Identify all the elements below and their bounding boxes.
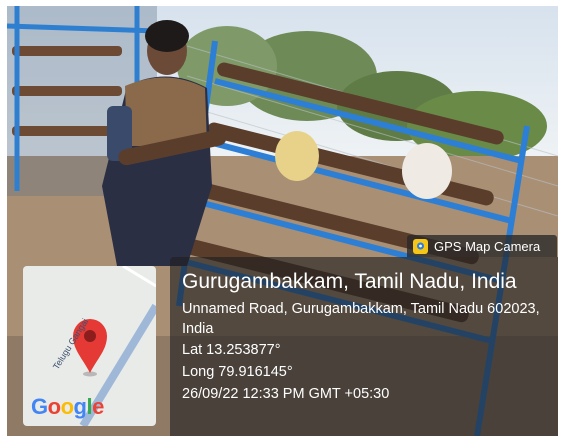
geotagged-photo-frame: Telugu Gangai Google GPS Map Camera Guru… bbox=[7, 6, 558, 436]
google-letter: o bbox=[47, 394, 61, 419]
google-letter: o bbox=[60, 394, 74, 419]
longitude-text: Long 79.916145° bbox=[182, 364, 293, 380]
google-letter: g bbox=[73, 394, 87, 419]
gps-map-camera-badge: GPS Map Camera bbox=[407, 235, 557, 257]
location-title: Gurugambakkam, Tamil Nadu, India bbox=[182, 270, 517, 293]
location-address: Unnamed Road, Gurugambakkam, Tamil Nadu … bbox=[182, 301, 540, 337]
gps-map-camera-icon bbox=[413, 238, 428, 254]
timestamp-text: 26/09/22 12:33 PM GMT +05:30 bbox=[182, 386, 390, 402]
map-thumbnail: Telugu Gangai Google bbox=[23, 266, 156, 426]
google-letter: G bbox=[31, 394, 48, 419]
latitude-text: Lat 13.253877° bbox=[182, 342, 281, 358]
google-letter: e bbox=[92, 394, 104, 419]
google-logo: Google bbox=[31, 394, 104, 420]
gps-badge-label: GPS Map Camera bbox=[434, 238, 541, 254]
location-info-panel: Gurugambakkam, Tamil Nadu, India Unnamed… bbox=[170, 257, 558, 436]
